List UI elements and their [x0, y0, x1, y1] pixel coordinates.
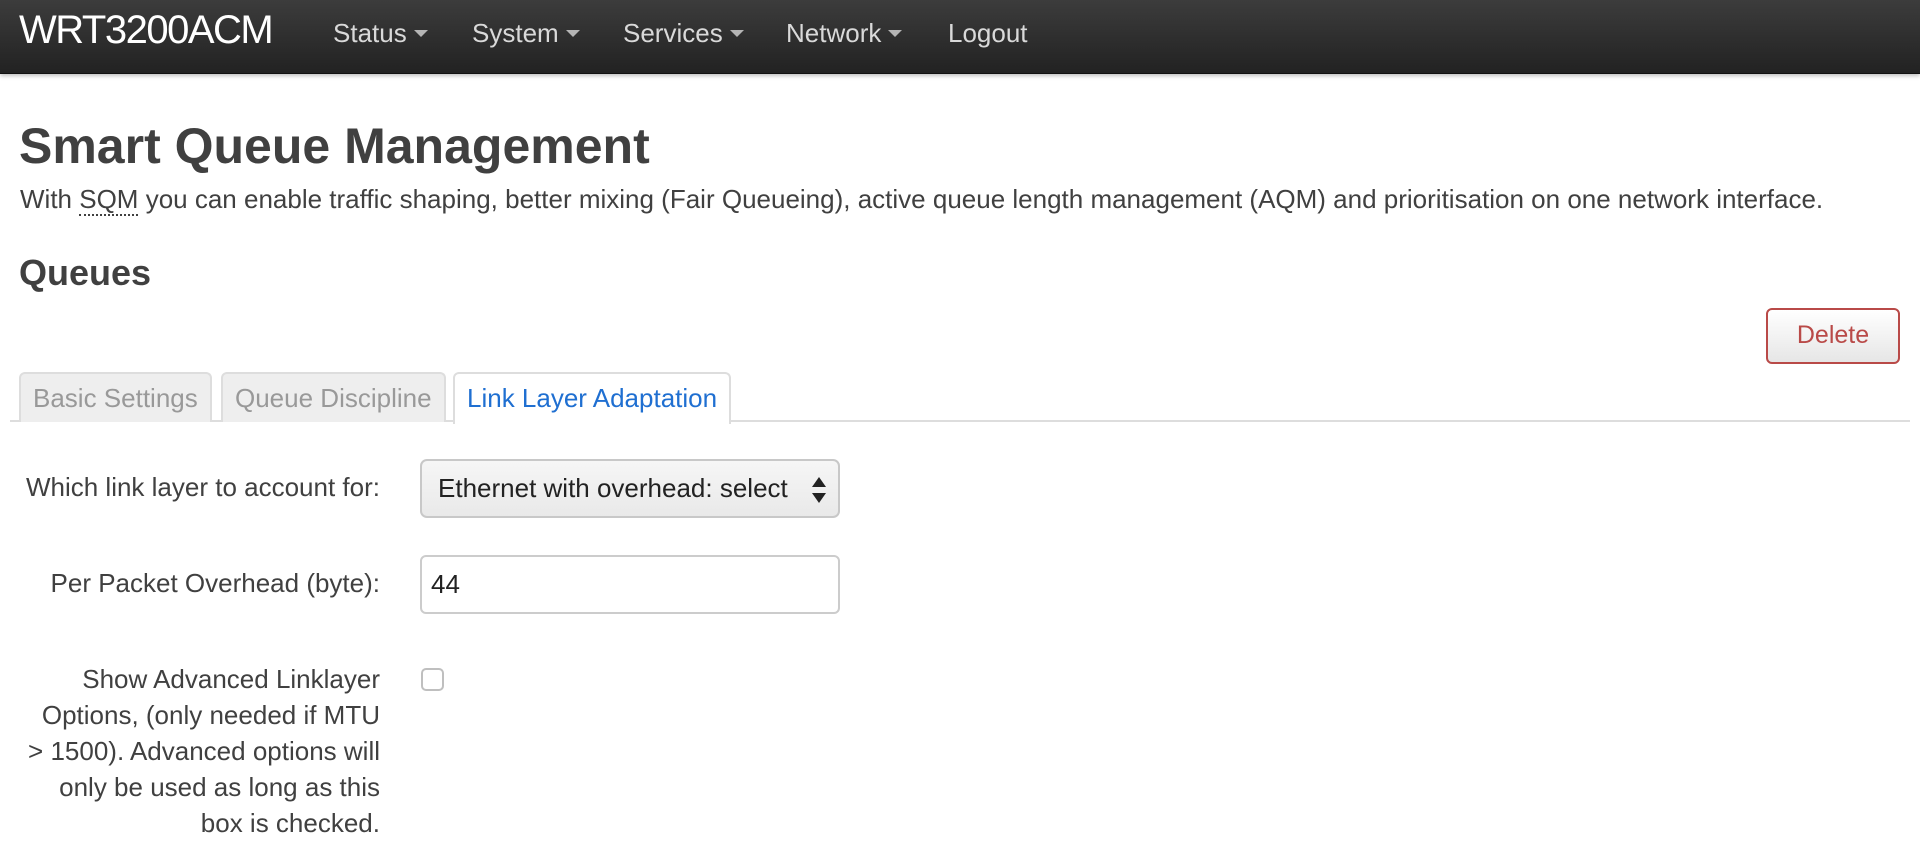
nav-system-menu[interactable]: System	[472, 0, 580, 64]
description-suffix: you can enable traffic shaping, better m…	[138, 184, 1824, 214]
page-description: With SQM you can enable traffic shaping,…	[20, 180, 1900, 218]
advanced-label-line: > 1500). Advanced options will	[28, 736, 380, 766]
nav-status-menu[interactable]: Status	[333, 0, 428, 64]
tab-queue-discipline[interactable]: Queue Discipline	[221, 372, 446, 422]
link-layer-label: Which link layer to account for:	[25, 472, 380, 502]
link-layer-selected-value: Ethernet with overhead: select	[438, 473, 788, 503]
select-updown-icon	[812, 477, 826, 503]
nav-system-label: System	[472, 18, 559, 48]
caret-down-icon	[888, 30, 903, 38]
caret-down-icon	[413, 30, 428, 38]
advanced-label-line: box is checked.	[200, 808, 380, 838]
top-navbar: WRT3200ACM Status System Services Networ…	[0, 0, 1920, 74]
overhead-input[interactable]	[420, 555, 840, 614]
tab-basic-settings[interactable]: Basic Settings	[19, 372, 212, 422]
advanced-options-checkbox[interactable]	[421, 668, 444, 691]
link-layer-select[interactable]: Ethernet with overhead: select	[420, 459, 840, 518]
brand-logo[interactable]: WRT3200ACM	[19, 8, 274, 52]
nav-services-label: Services	[623, 18, 723, 48]
description-prefix: With	[20, 184, 80, 214]
sqm-abbreviation: SQM	[79, 184, 139, 216]
section-title-queues: Queues	[19, 252, 152, 293]
advanced-options-label: Show Advanced Linklayer Options, (only n…	[0, 661, 380, 841]
tab-link-layer-adaptation[interactable]: Link Layer Adaptation	[453, 372, 732, 424]
nav-logout-label: Logout	[948, 18, 1028, 48]
advanced-label-line: Show Advanced Linklayer	[82, 664, 380, 694]
advanced-label-line: only be used as long as this	[59, 772, 380, 802]
overhead-label: Per Packet Overhead (byte):	[50, 568, 380, 598]
nav-services-menu[interactable]: Services	[623, 0, 744, 64]
advanced-label-line: Options, (only needed if MTU	[41, 700, 380, 730]
page-title: Smart Queue Management	[19, 118, 650, 174]
caret-down-icon	[565, 30, 580, 38]
nav-network-label: Network	[786, 18, 882, 48]
caret-down-icon	[729, 30, 744, 38]
delete-button[interactable]: Delete	[1766, 308, 1900, 364]
nav-network-menu[interactable]: Network	[786, 0, 903, 64]
nav-logout-link[interactable]: Logout	[948, 0, 1028, 64]
nav-status-label: Status	[333, 18, 407, 48]
